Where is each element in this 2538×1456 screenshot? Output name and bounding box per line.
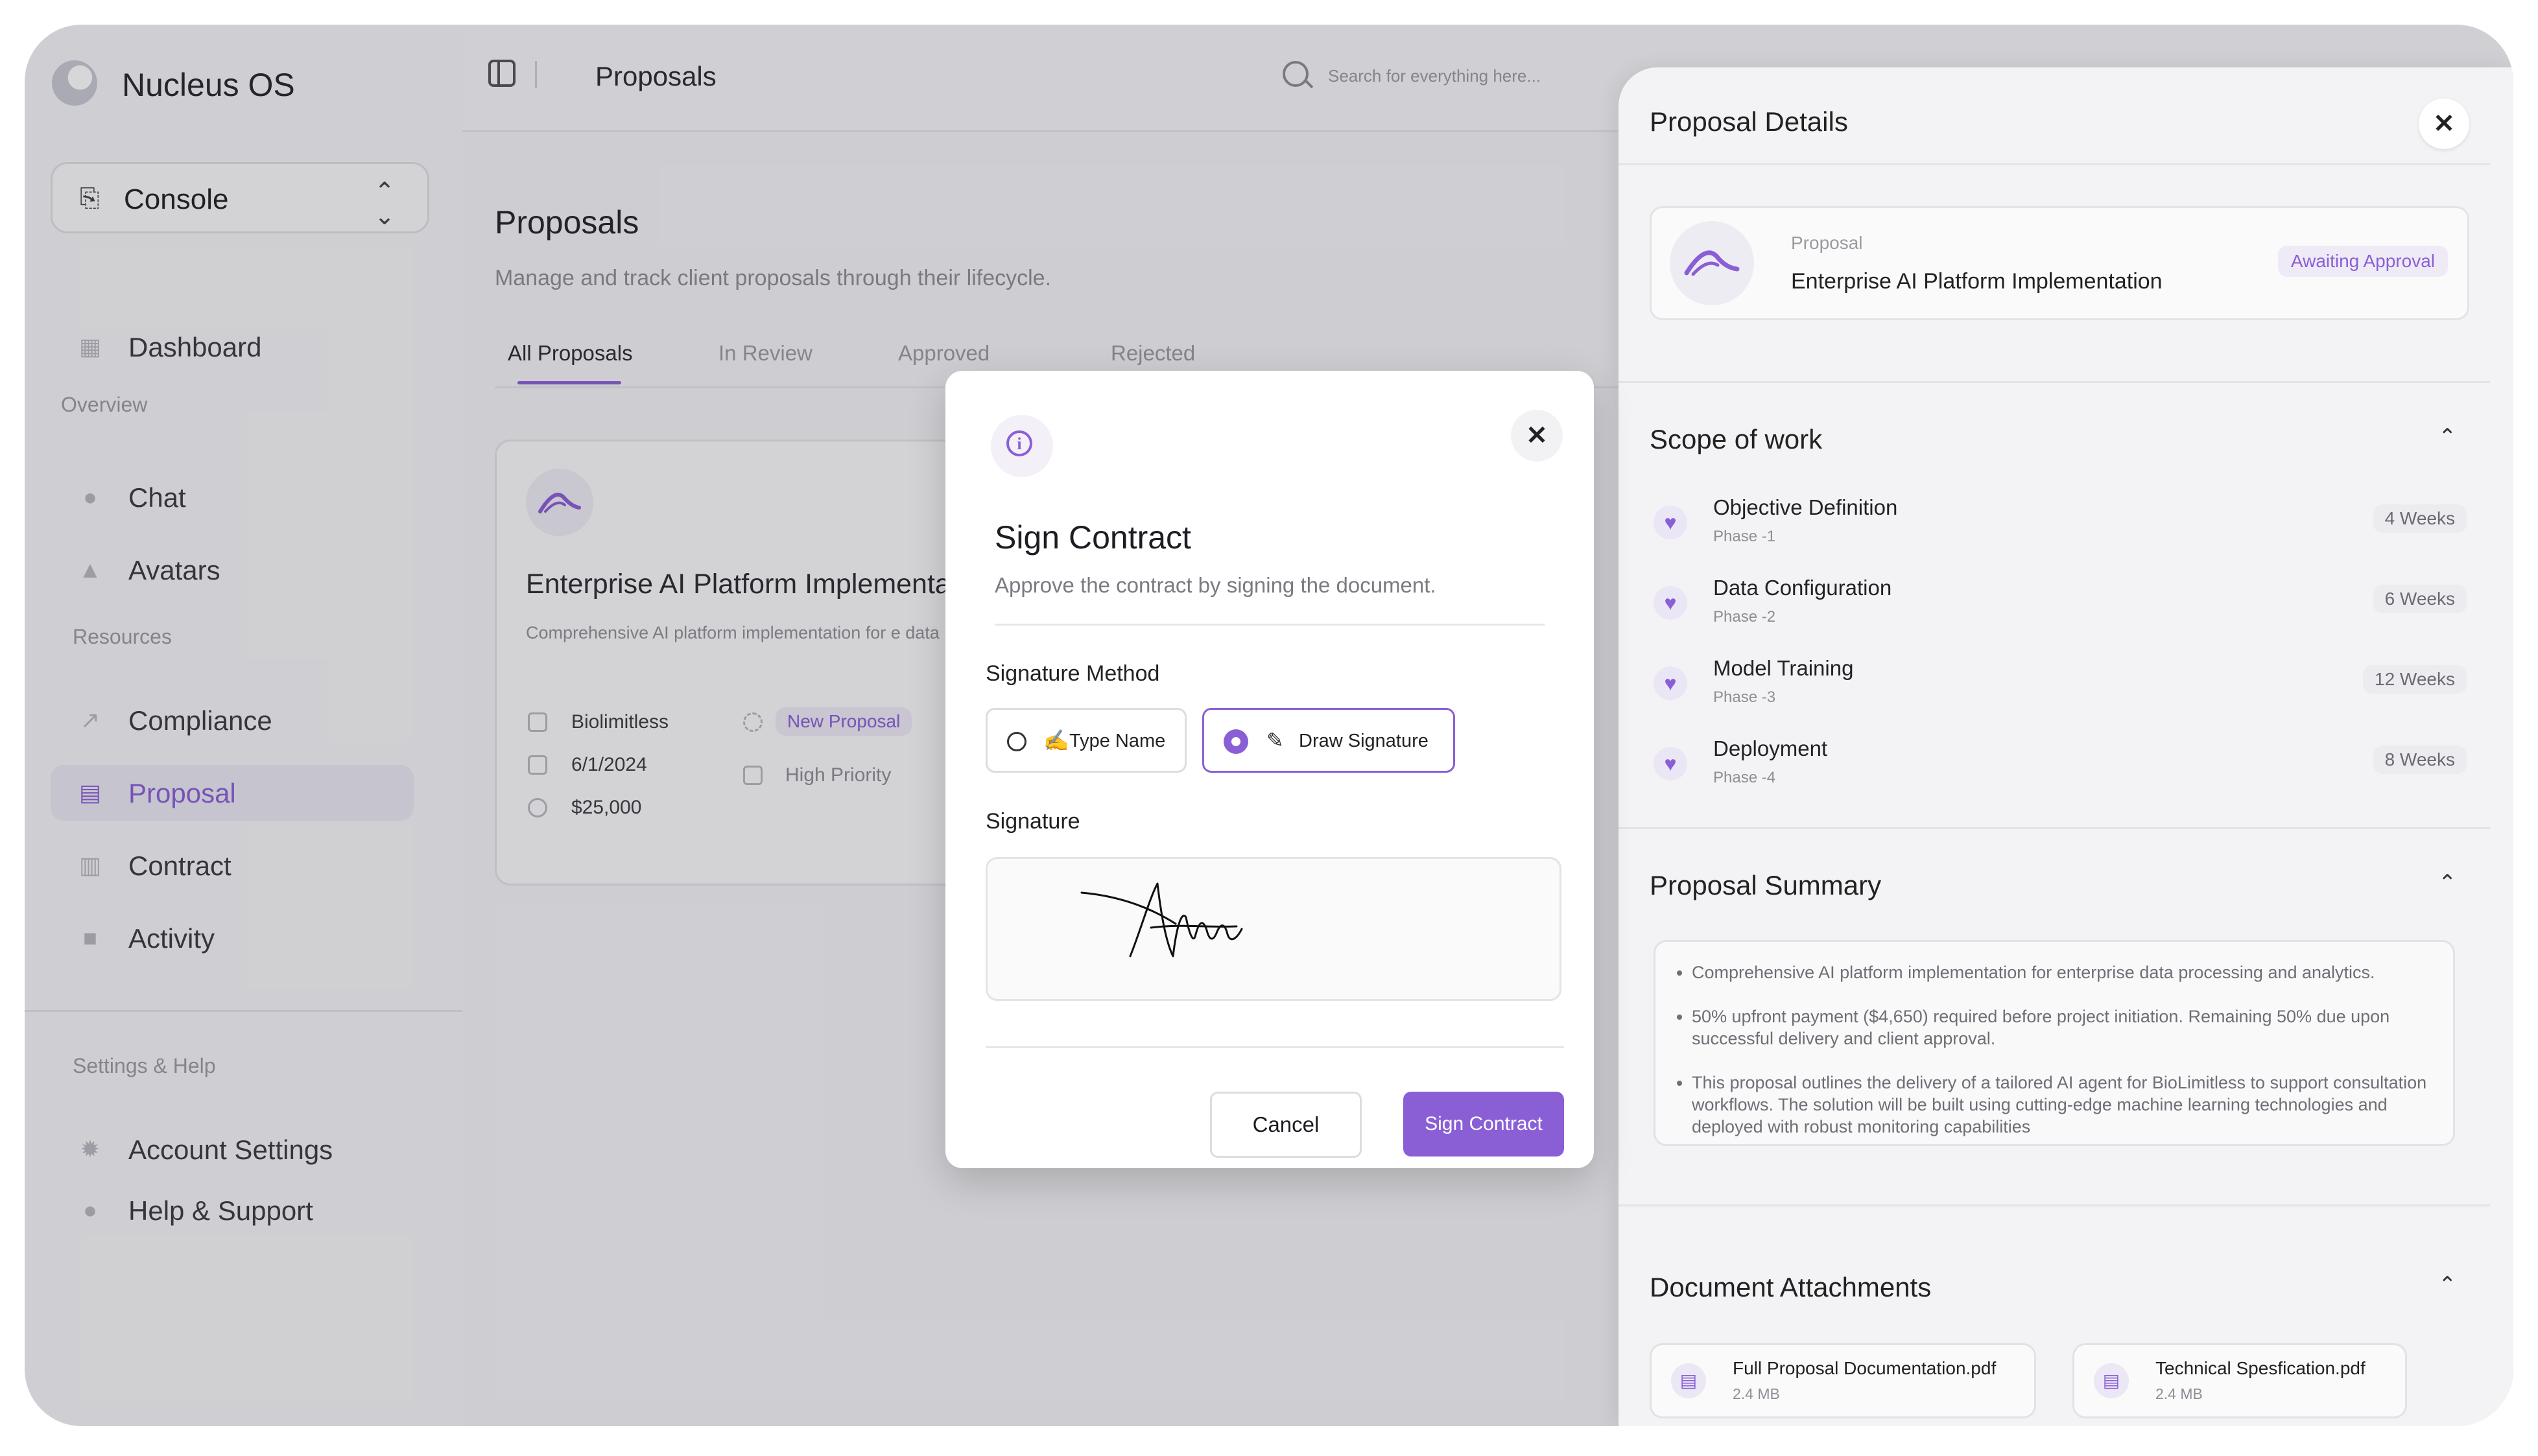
summary-title: Proposal Summary: [1650, 870, 1882, 900]
scope-item: ♥ Deployment Phase -4 8 Weeks: [1650, 736, 2467, 801]
chevron-up-icon[interactable]: ⌃: [2438, 1272, 2457, 1298]
option-label: Type Name: [1069, 731, 1166, 751]
info-icon: i: [991, 415, 1053, 477]
scope-title: Scope of work: [1650, 424, 1823, 454]
summary-item: This proposal outlines the delivery of a…: [1692, 1072, 2427, 1138]
attachment-size: 2.4 MB: [2155, 1385, 2203, 1402]
heart-icon: ♥: [1654, 747, 1687, 781]
attachment-size: 2.4 MB: [1733, 1385, 1780, 1402]
heart-icon: ♥: [1654, 506, 1687, 539]
sign-contract-button[interactable]: Sign Contract: [1403, 1092, 1564, 1157]
close-panel-button[interactable]: ✕: [2419, 99, 2469, 149]
option-label: Draw Signature: [1299, 731, 1429, 751]
scope-phase: Phase -3: [1713, 688, 1776, 706]
scope-name: Model Training: [1713, 656, 1854, 680]
chevron-up-icon[interactable]: ⌃: [2438, 424, 2457, 450]
scope-name: Deployment: [1713, 736, 1828, 760]
signature-drawing: [1080, 882, 1243, 957]
type-name-option[interactable]: ✍ Type Name: [986, 708, 1187, 773]
scope-name: Objective Definition: [1713, 495, 1898, 519]
proposal-summary-card: Proposal Enterprise AI Platform Implemen…: [1650, 206, 2469, 320]
attachment-name: Technical Spesfication.pdf: [2155, 1358, 2366, 1378]
close-modal-button[interactable]: ✕: [1511, 410, 1563, 462]
scope-item: ♥ Data Configuration Phase -2 6 Weeks: [1650, 576, 2467, 640]
scope-duration: 6 Weeks: [2373, 585, 2467, 613]
heart-icon: ♥: [1654, 586, 1687, 620]
radio-checked[interactable]: [1224, 729, 1248, 754]
scope-item: ♥ Model Training Phase -3 12 Weeks: [1650, 656, 2467, 721]
panel-title: Proposal Details: [1650, 106, 1848, 137]
divider: [1619, 1204, 2490, 1206]
file-icon: ▤: [2094, 1363, 2129, 1398]
modal-title: Sign Contract: [995, 519, 1191, 556]
attachment-item[interactable]: ▤ Full Proposal Documentation.pdf 2.4 MB: [1650, 1343, 2036, 1418]
sign-contract-modal: i ✕ Sign Contract Approve the contract b…: [945, 371, 1594, 1168]
radio-unchecked[interactable]: [1007, 732, 1026, 751]
scope-item: ♥ Objective Definition Phase -1 4 Weeks: [1650, 495, 2467, 560]
proposal-kicker: Proposal: [1791, 233, 1863, 253]
proposal-logo: [1670, 221, 1754, 305]
attachment-item[interactable]: ▤ Technical Spesfication.pdf 2.4 MB: [2072, 1343, 2407, 1418]
divider: [986, 1046, 1564, 1048]
app-window: Nucleus OS ⎘ Console ⌃ ⌄ ▦ Dashboard Over…: [25, 25, 2513, 1426]
divider: [1619, 827, 2490, 829]
signature-canvas[interactable]: [986, 857, 1561, 1001]
summary-list: Comprehensive AI platform implementation…: [1654, 940, 2455, 1146]
person-pen-icon: ✍: [1043, 729, 1069, 752]
proposal-details-panel: Proposal Details ✕ Proposal Enterprise A…: [1619, 67, 2513, 1426]
scope-duration: 12 Weeks: [2363, 665, 2467, 694]
divider: [1619, 163, 2490, 165]
scope-phase: Phase -1: [1713, 528, 1776, 545]
summary-item: 50% upfront payment ($4,650) required be…: [1692, 1005, 2427, 1050]
draw-signature-option[interactable]: ✎ Draw Signature: [1202, 708, 1455, 773]
heart-icon: ♥: [1654, 666, 1687, 700]
scope-duration: 4 Weeks: [2373, 504, 2467, 533]
summary-item: Comprehensive AI platform implementation…: [1692, 961, 2427, 983]
divider: [995, 624, 1545, 626]
signature-label: Signature: [986, 809, 1080, 834]
scope-phase: Phase -4: [1713, 769, 1776, 786]
chevron-up-icon[interactable]: ⌃: [2438, 870, 2457, 896]
file-icon: ▤: [1671, 1363, 1706, 1398]
scope-duration: 8 Weeks: [2373, 746, 2467, 774]
status-badge: Awaiting Approval: [2277, 246, 2448, 277]
modal-subtitle: Approve the contract by signing the docu…: [995, 573, 1436, 597]
attachments-title: Document Attachments: [1650, 1272, 1932, 1302]
cancel-button[interactable]: Cancel: [1210, 1092, 1362, 1158]
proposal-name: Enterprise AI Platform Implementation: [1791, 269, 2163, 294]
scope-phase: Phase -2: [1713, 608, 1776, 626]
signature-method-label: Signature Method: [986, 661, 1160, 686]
divider: [1619, 381, 2490, 383]
scope-name: Data Configuration: [1713, 576, 1892, 600]
attachment-name: Full Proposal Documentation.pdf: [1733, 1358, 1997, 1378]
pen-icon: ✎: [1266, 729, 1284, 752]
